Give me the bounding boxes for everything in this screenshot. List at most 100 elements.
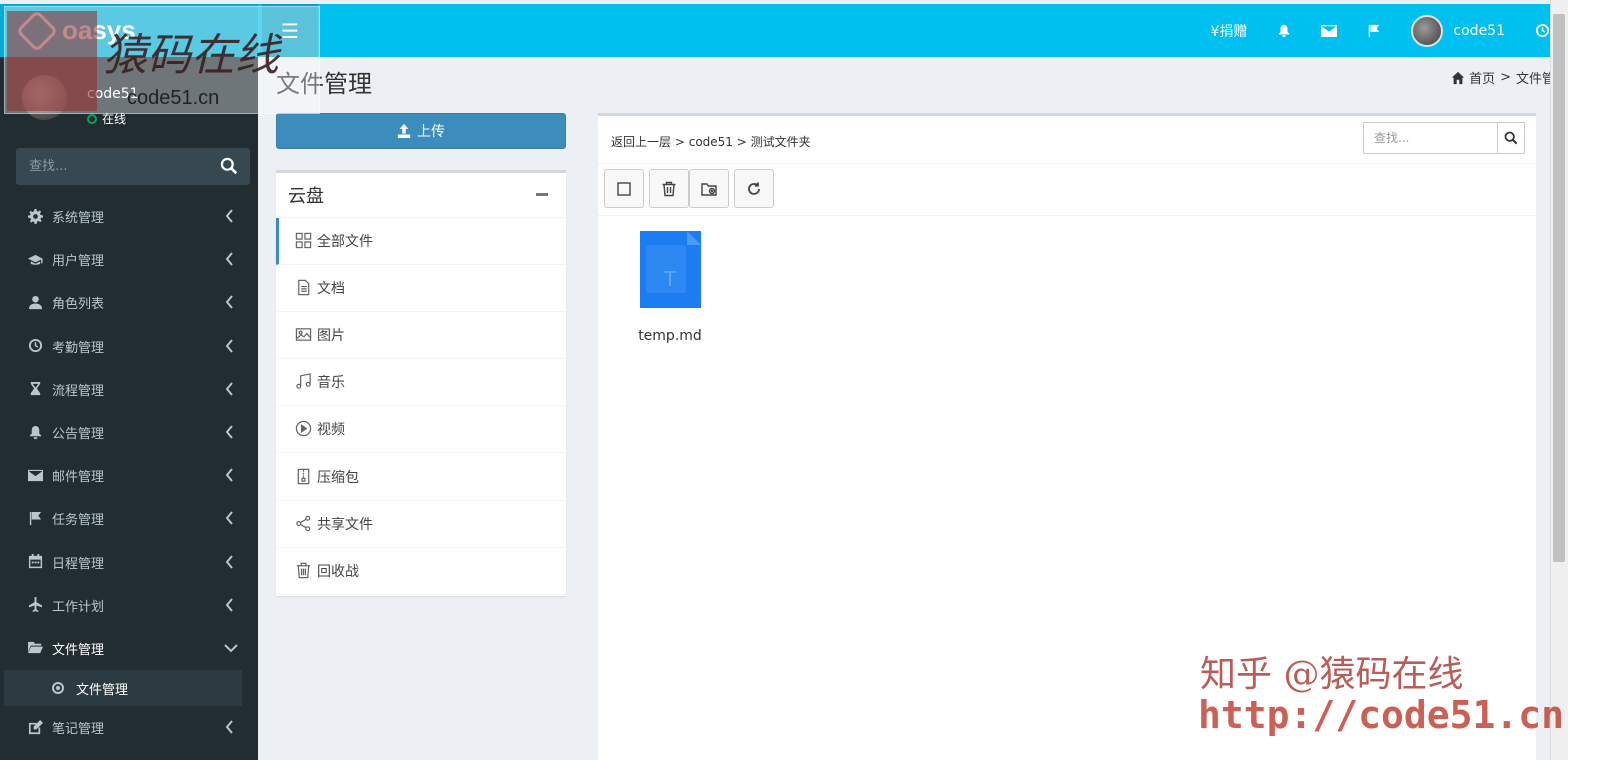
refresh-button[interactable] <box>734 169 774 208</box>
category-label: 压缩包 <box>317 469 359 486</box>
online-dot-icon <box>87 113 97 124</box>
messages-button[interactable] <box>1321 24 1338 38</box>
sidebar-item-tasks[interactable]: 任务管理 <box>0 497 258 540</box>
refresh-icon <box>748 182 760 195</box>
sidebar-item-roles[interactable]: 角色列表 <box>0 281 258 324</box>
category-label: 视频 <box>317 422 345 439</box>
file-search-input[interactable] <box>1364 123 1497 153</box>
donate-link[interactable]: ¥捐赠 <box>1211 21 1248 41</box>
category-documents[interactable]: 文档 <box>276 265 566 313</box>
sidebar-item-label: 考勤管理 <box>52 340 105 356</box>
scrollbar-thumb[interactable] <box>1553 14 1565 562</box>
search-icon <box>1504 131 1518 145</box>
grid-icon <box>295 232 313 250</box>
edit-icon <box>28 719 44 736</box>
chevron-left-icon <box>225 468 233 482</box>
music-icon <box>295 373 313 391</box>
path-current-folder: 测试文件夹 <box>750 135 811 149</box>
folder-plus-icon <box>701 182 717 196</box>
sidebar-item-label: 日程管理 <box>52 556 105 572</box>
clock-icon <box>1535 23 1550 38</box>
file-search-button[interactable] <box>1497 123 1524 153</box>
back-link[interactable]: 返回上一层 <box>611 135 671 149</box>
checkbox-icon <box>617 181 631 196</box>
sidebar-item-process[interactable]: 流程管理 <box>0 368 258 411</box>
share-icon <box>295 515 313 533</box>
sidebar-subitem-file-management[interactable]: 文件管理 <box>4 670 242 707</box>
watermark-seal <box>7 11 97 111</box>
upload-button[interactable]: 上传 <box>276 113 566 149</box>
flag-icon <box>28 511 44 527</box>
sidebar-item-plans[interactable]: 工作计划 <box>0 584 258 627</box>
sidebar-item-files[interactable]: 文件管理 <box>0 627 258 670</box>
sidebar-item-label: 系统管理 <box>52 211 105 227</box>
sidebar-menu: 系统管理 用户管理 角色列表 考勤管理 流程管理 公告管理 邮件管理 任务管理 … <box>0 195 258 749</box>
sidebar-search-input[interactable] <box>16 148 211 185</box>
category-label: 图片 <box>317 328 345 345</box>
breadcrumb-separator: > <box>1500 70 1511 85</box>
category-label: 音乐 <box>317 375 345 392</box>
user-menu[interactable]: code51 <box>1411 14 1505 47</box>
cloud-disk-title: 云盘 <box>288 186 324 207</box>
category-images[interactable]: 图片 <box>276 312 566 360</box>
cloud-disk-panel: 云盘 全部文件 文档 图片 音乐 视频 压缩包 共享文件 回收战 <box>276 170 566 596</box>
sidebar-item-notes[interactable]: 笔记管理 <box>0 706 258 749</box>
cloud-disk-header: 云盘 <box>276 173 566 218</box>
chevron-left-icon <box>225 338 233 353</box>
breadcrumb-home-link[interactable]: 首页 <box>1469 68 1495 87</box>
avatar <box>1411 14 1444 47</box>
select-all-checkbox[interactable] <box>604 169 644 208</box>
donate-label: ¥捐赠 <box>1210 23 1248 40</box>
notifications-button[interactable] <box>1277 24 1291 38</box>
category-label: 文档 <box>317 281 345 298</box>
sidebar-item-users[interactable]: 用户管理 <box>0 238 258 281</box>
path-folder-link[interactable]: code51 <box>689 135 733 149</box>
folder-path: 返回上一层 > code51 > 测试文件夹 <box>611 133 811 150</box>
navbar-right: ¥捐赠 code51 <box>1181 4 1551 57</box>
image-icon <box>295 326 313 344</box>
sidebar-subitem-label: 文件管理 <box>76 682 129 698</box>
category-videos[interactable]: 视频 <box>276 406 566 454</box>
chevron-left-icon <box>225 209 233 223</box>
chevron-left-icon <box>225 598 233 612</box>
category-shared[interactable]: 共享文件 <box>276 501 566 548</box>
file-item[interactable]: T temp.md <box>635 231 705 344</box>
file-icon-letter: T <box>663 267 677 291</box>
sidebar-item-mail[interactable]: 邮件管理 <box>0 454 258 497</box>
delete-button[interactable] <box>649 169 689 208</box>
play-circle-icon <box>295 420 313 438</box>
chevron-left-icon <box>225 720 233 734</box>
upload-icon <box>397 124 411 138</box>
search-icon <box>220 157 238 175</box>
chevron-left-icon <box>225 554 233 569</box>
sidebar-item-system[interactable]: 系统管理 <box>0 195 258 238</box>
watermark-logo: 猿码在线 code51.cn <box>4 6 320 114</box>
sidebar-item-label: 任务管理 <box>52 513 105 529</box>
category-music[interactable]: 音乐 <box>276 359 566 407</box>
watermark-zhihu: 知乎 @猿码在线 <box>1200 654 1464 695</box>
category-recycle-bin[interactable]: 回收战 <box>276 548 566 595</box>
user-icon <box>28 295 44 311</box>
category-all-files[interactable]: 全部文件 <box>276 218 566 266</box>
chevron-left-icon <box>225 511 233 525</box>
folder-open-icon <box>28 640 44 656</box>
sidebar-item-attendance[interactable]: 考勤管理 <box>0 325 258 368</box>
chevron-down-icon <box>224 644 238 653</box>
sidebar-search-button[interactable] <box>220 157 240 177</box>
sidebar-item-notices[interactable]: 公告管理 <box>0 411 258 454</box>
new-folder-button[interactable] <box>689 169 729 208</box>
watermark-site-url: http://code51.cn <box>1198 693 1565 737</box>
tasks-button[interactable] <box>1367 24 1381 38</box>
category-label: 回收战 <box>317 563 359 580</box>
file-browser-header: 返回上一层 > code51 > 测试文件夹 <box>598 116 1536 164</box>
sidebar-search <box>16 148 250 185</box>
category-archives[interactable]: 压缩包 <box>276 453 566 501</box>
sidebar-item-schedule[interactable]: 日程管理 <box>0 541 258 584</box>
window-edge <box>1568 0 1600 760</box>
collapse-button[interactable] <box>536 193 548 196</box>
archive-icon <box>295 468 313 486</box>
document-icon <box>295 279 313 297</box>
category-label: 全部文件 <box>317 234 373 251</box>
hourglass-icon <box>28 381 44 397</box>
history-button[interactable] <box>1535 23 1550 38</box>
